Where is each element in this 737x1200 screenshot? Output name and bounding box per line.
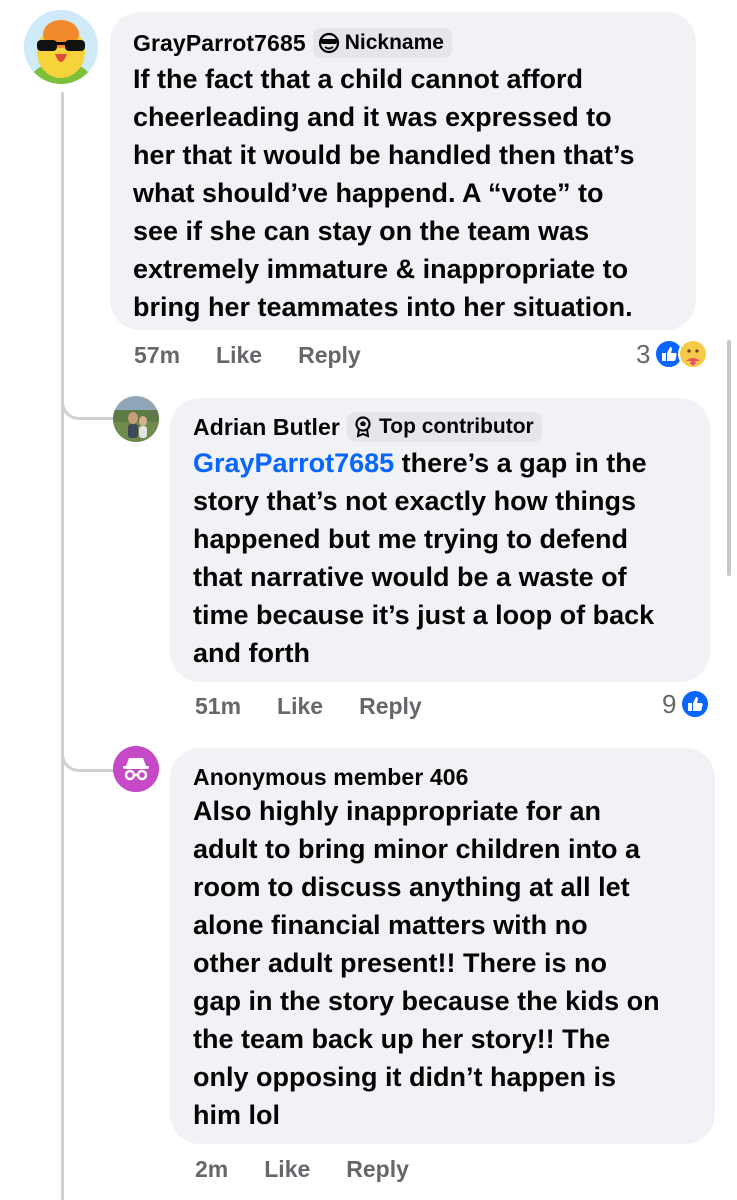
comment-line: gap in the story because the kids on (193, 986, 660, 1016)
comment-author[interactable]: Adrian Butler (193, 414, 340, 441)
comment-body: GrayParrot7685 there’s a gap in the stor… (193, 444, 710, 672)
comment-header: Anonymous member 406 (193, 762, 715, 792)
comment-header: GrayParrot7685 Nickname (133, 26, 696, 60)
thread-connector-reply-2 (61, 730, 113, 772)
comment-timestamp[interactable]: 2m (195, 1156, 228, 1183)
comment-author[interactable]: Anonymous member 406 (193, 764, 469, 791)
comment-actions-2: 51m Like Reply (195, 689, 458, 723)
comment-line: cheerleading and it was expressed to (133, 102, 612, 132)
mention-link[interactable]: GrayParrot7685 (193, 448, 394, 478)
comment-line: what should’ve happend. A “vote” to (133, 178, 604, 208)
comment-line: story that’s not exactly how things (193, 486, 637, 516)
comment-bubble-1[interactable]: GrayParrot7685 Nickname If the fact that… (110, 12, 696, 330)
comment-line: him lol (193, 1100, 280, 1130)
reply-button[interactable]: Reply (346, 1156, 409, 1183)
comment-actions-3: 2m Like Reply (195, 1152, 445, 1186)
comment-line: bring her teammates into her situation. (133, 292, 633, 322)
award-medal-icon (355, 416, 371, 438)
comment-line: happened but me trying to defend (193, 524, 629, 554)
avatar-adrian-butler[interactable] (113, 396, 159, 442)
reaction-count: 3 (636, 338, 651, 369)
comment-line: adult to bring minor children into a (193, 834, 640, 864)
reply-button[interactable]: Reply (359, 693, 422, 720)
author-badge[interactable]: Top contributor (346, 412, 542, 442)
reply-button[interactable]: Reply (298, 342, 361, 369)
comment-timestamp[interactable]: 51m (195, 693, 241, 720)
comment-line: her that it would be handled then that’s (133, 140, 635, 170)
comment-line: only opposing it didn’t happen is (193, 1062, 616, 1092)
comment-line: GrayParrot7685 there’s a gap in the (193, 444, 710, 482)
like-button[interactable]: Like (264, 1156, 310, 1183)
author-badge[interactable]: Nickname (312, 28, 452, 58)
comment-line: see if she can stay on the team was (133, 216, 590, 246)
comment-line: the team back up her story!! The (193, 1024, 611, 1054)
avatar-grayparrot[interactable] (24, 10, 98, 84)
comment-line: alone financial matters with no (193, 910, 588, 940)
author-badge-label: Nickname (344, 31, 444, 54)
scrollbar[interactable] (727, 340, 731, 576)
comment-author[interactable]: GrayParrot7685 (133, 30, 306, 57)
like-reaction-icon (680, 689, 711, 719)
reaction-summary-2[interactable]: 9 (662, 684, 711, 724)
comment-line: room to discuss anything at all let (193, 872, 630, 902)
comment-line: time because it’s just a loop of back (193, 600, 655, 630)
care-reaction-icon (678, 339, 709, 369)
incognito-icon (113, 746, 159, 792)
author-badge-label: Top contributor (378, 415, 534, 438)
comment-line: other adult present!! There is no (193, 948, 608, 978)
comment-line: extremely immature & inappropriate to (133, 254, 629, 284)
comment-line: that narrative would be a waste of (193, 562, 627, 592)
comment-line-rest: there’s a gap in the (394, 448, 647, 478)
parrot-sunglasses-avatar-icon (24, 10, 98, 84)
comment-header: Adrian Butler Top contributor (193, 410, 710, 444)
comment-line: If the fact that a child cannot afford (133, 64, 584, 94)
like-button[interactable]: Like (277, 693, 323, 720)
avatar-anonymous-member[interactable] (113, 746, 159, 792)
thread-line-main (61, 92, 64, 1200)
comment-body: If the fact that a child cannot afford c… (133, 60, 696, 326)
sunglasses-face-icon (318, 32, 339, 54)
comment-bubble-2[interactable]: Adrian Butler Top contributor GrayParrot… (170, 398, 710, 682)
comment-actions-1: 57m Like Reply (134, 338, 397, 372)
like-button[interactable]: Like (216, 342, 262, 369)
comment-line: and forth (193, 638, 310, 668)
comment-timestamp[interactable]: 57m (134, 342, 180, 369)
profile-photo-icon (113, 396, 159, 442)
thread-connector-reply-1 (61, 378, 113, 420)
comment-body: Also highly inappropriate for an adult t… (193, 792, 715, 1134)
comment-bubble-3[interactable]: Anonymous member 406 Also highly inappro… (170, 748, 715, 1144)
reaction-count: 9 (662, 688, 677, 719)
comment-line: Also highly inappropriate for an (193, 796, 602, 826)
reaction-summary-1[interactable]: 3 (636, 334, 709, 374)
